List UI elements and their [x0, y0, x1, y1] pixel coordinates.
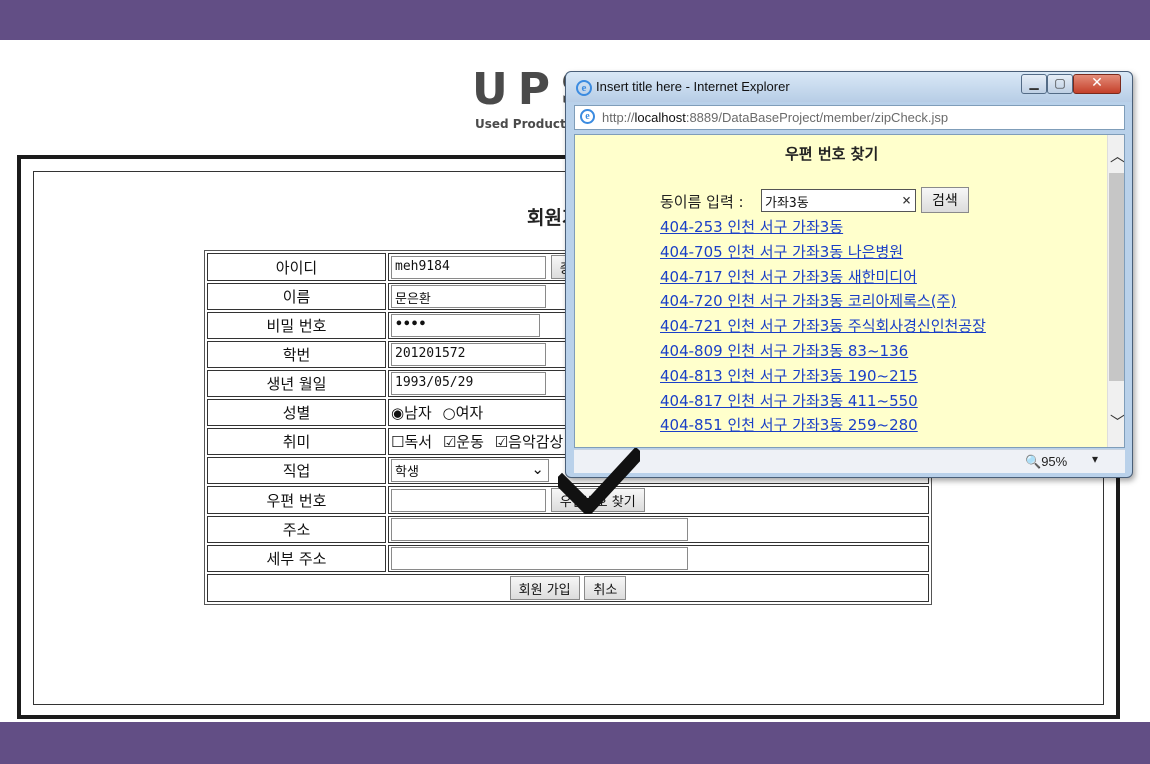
- address-bar[interactable]: e http://localhost:8889/DataBaseProject/…: [574, 105, 1125, 130]
- list-item: 404-717 인천 서구 가좌3동 새한미디어: [660, 265, 986, 290]
- label-name: 이름: [207, 283, 386, 310]
- zoom-level[interactable]: 🔍95%: [1025, 454, 1067, 470]
- label-zipcode: 우편 번호: [207, 486, 386, 514]
- row-actions: 회원 가입 취소: [207, 574, 929, 602]
- popup-titlebar[interactable]: e Insert title here - Internet Explorer …: [566, 72, 1132, 102]
- name-input[interactable]: 문은환: [391, 285, 546, 308]
- close-icon: ✕: [1091, 75, 1103, 91]
- zipcode-popup-window: e Insert title here - Internet Explorer …: [565, 71, 1133, 478]
- result-link[interactable]: 404-813 인천 서구 가좌3동 190~215: [660, 367, 918, 385]
- result-link[interactable]: 404-817 인천 서구 가좌3동 411~550: [660, 392, 918, 410]
- student-no-input[interactable]: 201201572: [391, 343, 546, 366]
- gender-radio-male[interactable]: ◉남자: [391, 404, 432, 422]
- result-link[interactable]: 404-253 인천 서구 가좌3동: [660, 218, 843, 236]
- top-band: [0, 0, 1150, 40]
- bottom-band: [0, 722, 1150, 764]
- hobby-checkbox-music[interactable]: ☑음악감상: [495, 433, 564, 451]
- list-item: 404-705 인천 서구 가좌3동 나은병원: [660, 240, 986, 265]
- maximize-button[interactable]: ▢: [1047, 74, 1073, 94]
- id-input[interactable]: meh9184: [391, 255, 546, 279]
- birth-input[interactable]: 1993/05/29: [391, 372, 546, 395]
- password-input[interactable]: ••••: [391, 314, 540, 337]
- zoom-dropdown-icon[interactable]: ▾: [1092, 452, 1098, 466]
- chevron-down-icon: ⌄: [531, 460, 544, 478]
- search-label: 동이름 입력 :: [660, 193, 744, 211]
- label-hobby: 취미: [207, 428, 386, 455]
- clear-icon[interactable]: ×: [902, 191, 911, 209]
- scroll-down-icon[interactable]: ﹀: [1110, 411, 1124, 432]
- zipcode-result-list: 404-253 인천 서구 가좌3동 404-705 인천 서구 가좌3동 나은…: [660, 215, 986, 438]
- zipcode-input[interactable]: [391, 488, 546, 512]
- address-input[interactable]: [391, 518, 688, 541]
- minimize-icon: ▁: [1029, 76, 1039, 90]
- label-address-detail: 세부 주소: [207, 545, 386, 572]
- label-birth: 생년 월일: [207, 370, 386, 397]
- label-student-no: 학번: [207, 341, 386, 368]
- popup-content: 우편 번호 찾기 동이름 입력 : 가좌3동 × 검색 404-253 인천 서…: [574, 134, 1125, 448]
- label-gender: 성별: [207, 399, 386, 426]
- submit-button[interactable]: 회원 가입: [509, 576, 580, 600]
- scroll-up-icon[interactable]: ︿: [1110, 145, 1124, 166]
- minimize-button[interactable]: ▁: [1021, 74, 1047, 94]
- list-item: 404-720 인천 서구 가좌3동 코리아제록스(주): [660, 289, 986, 314]
- page-icon: e: [580, 109, 595, 124]
- search-button[interactable]: 검색: [921, 187, 969, 213]
- address-detail-input[interactable]: [391, 547, 688, 570]
- row-address: 주소: [207, 516, 929, 543]
- list-item: 404-817 인천 서구 가좌3동 411~550: [660, 389, 986, 414]
- result-link[interactable]: 404-717 인천 서구 가좌3동 새한미디어: [660, 268, 917, 286]
- popup-scrollbar[interactable]: ︿ ﹀: [1107, 135, 1124, 447]
- list-item: 404-809 인천 서구 가좌3동 83~136: [660, 339, 986, 364]
- browser-icon: e: [576, 80, 592, 96]
- hobby-checkbox-exercise[interactable]: ☑운동: [443, 433, 484, 451]
- list-item: 404-851 인천 서구 가좌3동 259~280: [660, 413, 986, 438]
- popup-heading: 우편 번호 찾기: [785, 145, 879, 163]
- result-link[interactable]: 404-705 인천 서구 가좌3동 나은병원: [660, 243, 903, 261]
- popup-statusbar: 🔍95% ▾: [574, 449, 1125, 473]
- result-link[interactable]: 404-851 인천 서구 가좌3동 259~280: [660, 416, 918, 434]
- result-link[interactable]: 404-720 인천 서구 가좌3동 코리아제록스(주): [660, 292, 956, 310]
- label-id: 아이디: [207, 253, 386, 281]
- dong-search-input[interactable]: 가좌3동 ×: [761, 189, 916, 212]
- row-address-detail: 세부 주소: [207, 545, 929, 572]
- popup-window-title: Insert title here - Internet Explorer: [596, 79, 790, 94]
- maximize-icon: ▢: [1054, 76, 1066, 90]
- job-select[interactable]: 학생 ⌄: [391, 459, 549, 482]
- label-address: 주소: [207, 516, 386, 543]
- gender-radio-female[interactable]: ○여자: [442, 404, 483, 422]
- list-item: 404-813 인천 서구 가좌3동 190~215: [660, 364, 986, 389]
- hobby-checkbox-reading[interactable]: ☐독서: [391, 433, 432, 451]
- list-item: 404-721 인천 서구 가좌3동 주식회사경신인천공장: [660, 314, 986, 339]
- list-item: 404-253 인천 서구 가좌3동: [660, 215, 986, 240]
- label-password: 비밀 번호: [207, 312, 386, 339]
- result-link[interactable]: 404-809 인천 서구 가좌3동 83~136: [660, 342, 908, 360]
- close-button[interactable]: ✕: [1073, 74, 1121, 94]
- result-link[interactable]: 404-721 인천 서구 가좌3동 주식회사경신인천공장: [660, 317, 986, 335]
- label-job: 직업: [207, 457, 386, 484]
- checkmark-icon: [558, 448, 640, 514]
- cancel-button[interactable]: 취소: [584, 576, 627, 600]
- address-url: http://localhost:8889/DataBaseProject/me…: [602, 110, 949, 125]
- scroll-thumb[interactable]: [1109, 173, 1124, 381]
